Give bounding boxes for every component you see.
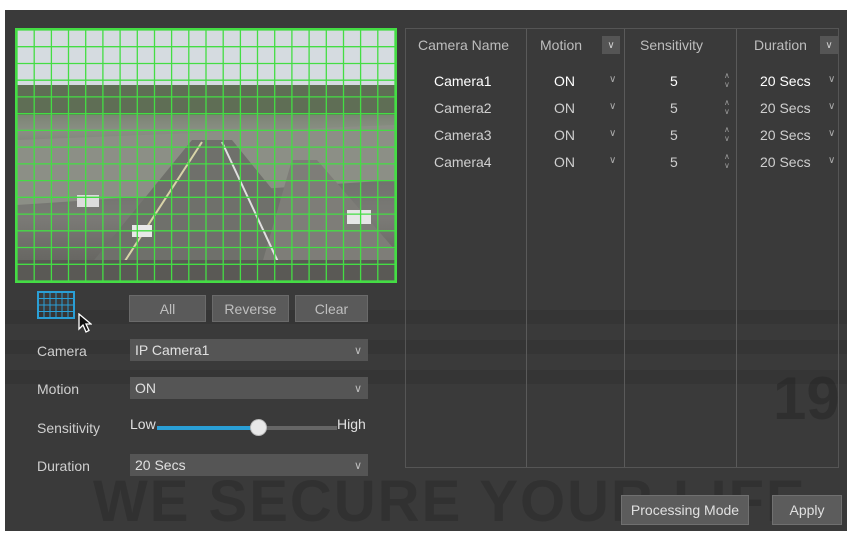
table-row[interactable]: Camera4 ON ∨ 5 ∧ ∨ 20 Secs ∨ xyxy=(406,150,838,177)
header-camera-name: Camera Name xyxy=(418,37,510,53)
camera-select[interactable]: IP Camera1 ∨ xyxy=(130,339,368,361)
chevron-down-icon[interactable]: ∨ xyxy=(609,128,616,139)
duration-select[interactable]: 20 Secs ∨ xyxy=(130,454,368,476)
duration-column-dropdown-icon[interactable]: ∨ xyxy=(820,36,838,54)
select-all-button[interactable]: All xyxy=(129,295,206,322)
camera-label: Camera xyxy=(37,343,87,359)
camera-name-cell: Camera1 xyxy=(434,73,492,89)
camera-motion-table: Camera Name Motion ∨ Sensitivity Duratio… xyxy=(405,28,839,468)
stepper-icon[interactable]: ∧ ∨ xyxy=(724,125,730,143)
apply-button[interactable]: Apply xyxy=(772,495,842,525)
sensitivity-slider[interactable] xyxy=(157,419,337,436)
header-sensitivity: Sensitivity xyxy=(640,37,704,53)
slider-high-label: High xyxy=(337,416,366,432)
clear-button[interactable]: Clear xyxy=(295,295,368,322)
duration-cell[interactable]: 20 Secs xyxy=(760,154,811,170)
chevron-down-icon[interactable]: ∨ xyxy=(828,101,835,112)
camera-name-cell: Camera2 xyxy=(434,100,492,116)
duration-cell[interactable]: 20 Secs xyxy=(760,100,811,116)
chevron-down-icon[interactable]: ∨ xyxy=(828,74,835,85)
chevron-down-icon: ∨ xyxy=(353,382,362,395)
chevron-down-icon[interactable]: ∨ xyxy=(609,155,616,166)
sensitivity-slider-handle[interactable] xyxy=(249,419,267,436)
chevron-down-icon: ∨ xyxy=(353,459,362,472)
sensitivity-slider-fill xyxy=(157,426,258,430)
camera-select-value: IP Camera1 xyxy=(135,342,210,358)
motion-column-dropdown-icon[interactable]: ∨ xyxy=(602,36,620,54)
motion-cell[interactable]: ON xyxy=(554,100,575,116)
stepper-icon[interactable]: ∧ ∨ xyxy=(724,98,730,116)
header-motion: Motion xyxy=(540,37,583,53)
stepper-icon[interactable]: ∧ ∨ xyxy=(724,71,730,89)
processing-mode-button[interactable]: Processing Mode xyxy=(621,495,749,525)
sensitivity-cell[interactable]: 5 xyxy=(670,100,678,116)
sensitivity-cell[interactable]: 5 xyxy=(670,154,678,170)
chevron-down-icon[interactable]: ∨ xyxy=(828,155,835,166)
header-duration: Duration xyxy=(754,37,807,53)
table-row[interactable]: Camera1 ON ∨ 5 ∧ ∨ 20 Secs ∨ xyxy=(406,69,838,96)
motion-grid-icon[interactable] xyxy=(37,291,75,319)
duration-label: Duration xyxy=(37,458,90,474)
motion-cell[interactable]: ON xyxy=(554,73,575,89)
motion-label: Motion xyxy=(37,381,80,397)
table-row[interactable]: Camera2 ON ∨ 5 ∧ ∨ 20 Secs ∨ xyxy=(406,96,838,123)
motion-cell[interactable]: ON xyxy=(554,154,575,170)
camera-name-cell: Camera4 xyxy=(434,154,492,170)
stepper-icon[interactable]: ∧ ∨ xyxy=(724,152,730,170)
sensitivity-cell[interactable]: 5 xyxy=(670,127,678,143)
motion-cell[interactable]: ON xyxy=(554,127,575,143)
motion-settings-panel: WE SECURE YOUR LIFE 19 All Reverse Clear… xyxy=(5,10,847,531)
chevron-down-icon[interactable]: ∨ xyxy=(609,101,616,112)
sensitivity-label: Sensitivity xyxy=(37,420,101,436)
slider-low-label: Low xyxy=(130,416,156,432)
duration-select-value: 20 Secs xyxy=(135,457,186,473)
chevron-down-icon: ∨ xyxy=(353,344,362,357)
sensitivity-cell[interactable]: 5 xyxy=(670,73,678,89)
duration-cell[interactable]: 20 Secs xyxy=(760,73,811,89)
motion-select-value: ON xyxy=(135,380,156,396)
road-scene-image xyxy=(17,30,395,281)
table-row[interactable]: Camera3 ON ∨ 5 ∧ ∨ 20 Secs ∨ xyxy=(406,123,838,150)
duration-cell[interactable]: 20 Secs xyxy=(760,127,811,143)
camera-name-cell: Camera3 xyxy=(434,127,492,143)
camera-preview[interactable] xyxy=(15,28,397,283)
mouse-cursor-icon xyxy=(78,313,92,333)
reverse-button[interactable]: Reverse xyxy=(212,295,289,322)
motion-select[interactable]: ON ∨ xyxy=(130,377,368,399)
chevron-down-icon[interactable]: ∨ xyxy=(828,128,835,139)
chevron-down-icon[interactable]: ∨ xyxy=(609,74,616,85)
